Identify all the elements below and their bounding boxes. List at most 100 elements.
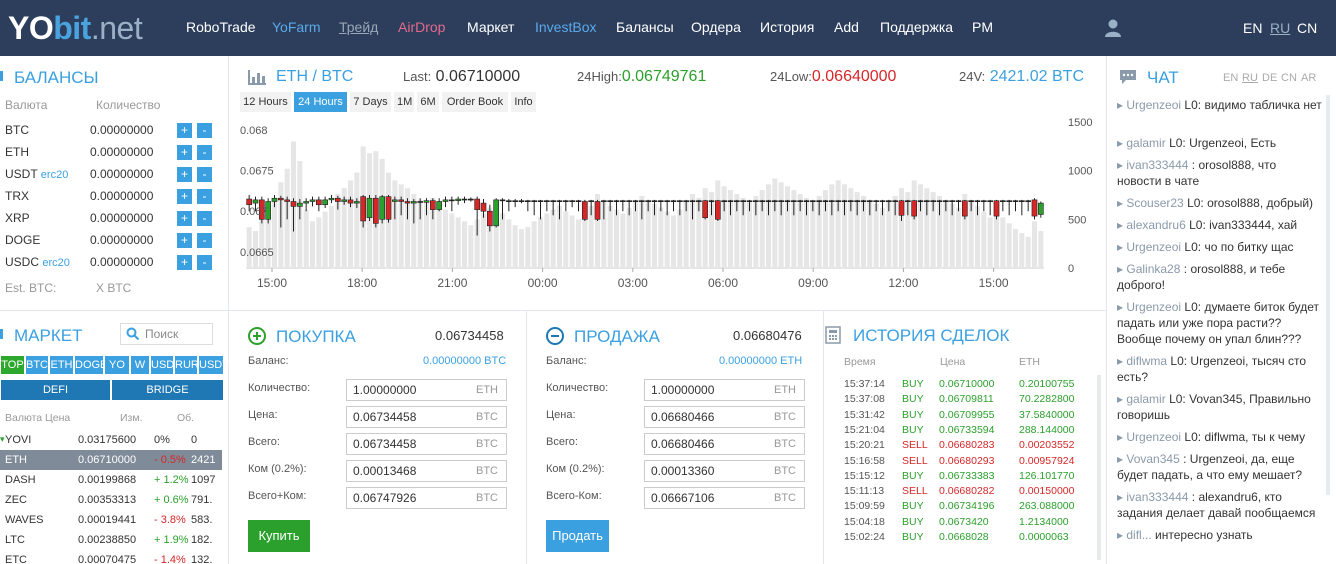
deposit-plus-button[interactable]: + (177, 123, 192, 138)
buy-fee-input[interactable]: 0.00013468 BTC (346, 460, 507, 482)
market-tab-eth[interactable]: ETH (50, 356, 73, 374)
lang-ru[interactable]: RU (1270, 20, 1290, 36)
chat-reply-arrow-icon[interactable]: ▸ (1117, 452, 1126, 466)
chat-nickname[interactable]: Urgenzeoi (1126, 98, 1181, 112)
chat-lang-en[interactable]: EN (1223, 72, 1238, 84)
market-row[interactable]: ETH 0.06710000 - 0.5% 2421 (0, 450, 222, 470)
yobit-logo[interactable]: YObit.net (8, 9, 143, 47)
price-chart[interactable]: 0.068 0.0675 0.067 0.0665 1500 1000 500 0 15:00 1… (238, 117, 1098, 296)
chat-nickname[interactable]: galamir (1126, 392, 1165, 406)
deposit-plus-button[interactable]: + (177, 211, 192, 226)
buy-button[interactable]: Купить (248, 520, 310, 552)
nav-investbox[interactable]: InvestBox (535, 19, 596, 35)
chat-reply-arrow-icon[interactable]: ▸ (1117, 430, 1126, 444)
chat-nickname[interactable]: Scouser23 (1126, 196, 1183, 210)
chat-nickname[interactable]: galamir (1126, 136, 1165, 150)
chat-nickname[interactable]: diflwma (1126, 354, 1167, 368)
chat-reply-arrow-icon[interactable]: ▸ (1117, 354, 1126, 368)
chat-reply-arrow-icon[interactable]: ▸ (1117, 240, 1126, 254)
deposit-plus-button[interactable]: + (177, 145, 192, 160)
chat-reply-arrow-icon[interactable]: ▸ (1117, 218, 1126, 232)
market-row[interactable]: DASH 0.00199868 + 1.2% 1097 (0, 470, 222, 490)
tf-12-hours[interactable]: 12 Hours (240, 92, 291, 112)
nav-robotrade[interactable]: RoboTrade (186, 19, 256, 35)
sell-balance-value[interactable]: 0.00000000 ETH (719, 355, 802, 367)
market-bridge-button[interactable]: BRIDGE (112, 380, 223, 400)
market-tab-rur[interactable]: RUR (175, 356, 199, 374)
buy-price-input[interactable]: 0.06734458 BTC (346, 406, 507, 428)
nav-support[interactable]: Поддержка (880, 19, 953, 35)
tf-6m[interactable]: 6M (417, 92, 439, 112)
chat-lang-de[interactable]: DE (1262, 72, 1277, 84)
nav-airdrop[interactable]: AirDrop (398, 19, 445, 35)
market-tab-btc[interactable]: BTC (26, 356, 48, 374)
market-tab-yo[interactable]: YO (105, 356, 129, 374)
buy-total-input[interactable]: 0.06734458 BTC (346, 433, 507, 455)
market-tab-usdt[interactable]: USDT (199, 356, 229, 374)
nav-orders[interactable]: Ордера (691, 19, 741, 35)
sell-price-input[interactable]: 0.06680466 BTC (644, 406, 805, 428)
chat-nickname[interactable]: Urgenzeoi (1126, 300, 1181, 314)
deposit-plus-button[interactable]: + (177, 167, 192, 182)
sell-total-input[interactable]: 0.06680466 BTC (644, 433, 805, 455)
withdraw-minus-button[interactable]: - (197, 145, 212, 160)
chat-lang-ar[interactable]: AR (1301, 72, 1316, 84)
sell-button[interactable]: Продать (546, 520, 609, 552)
chat-reply-arrow-icon[interactable]: ▸ (1117, 196, 1126, 210)
market-row[interactable]: ▾ YOVI 0.03175600 0% 0 (0, 430, 222, 450)
lang-en[interactable]: EN (1243, 20, 1262, 36)
sell-sum-input[interactable]: 0.06667106 BTC (644, 487, 805, 509)
nav-yofarm[interactable]: YoFarm (272, 19, 321, 35)
tf-order-book[interactable]: Order Book (442, 92, 508, 112)
market-row[interactable]: ZEC 0.00353313 + 0.6% 791. (0, 490, 222, 510)
chat-nickname[interactable]: alexandru6 (1126, 218, 1185, 232)
chat-reply-arrow-icon[interactable]: ▸ (1117, 158, 1126, 172)
tf-24-hours[interactable]: 24 Hours (294, 92, 347, 112)
buy-sum-input[interactable]: 0.06747926 BTC (346, 487, 507, 509)
chat-nickname[interactable]: Vovan345 (1126, 452, 1179, 466)
withdraw-minus-button[interactable]: - (197, 211, 212, 226)
market-defi-button[interactable]: DEFI (1, 380, 110, 400)
nav-pm[interactable]: PM (972, 19, 993, 35)
withdraw-minus-button[interactable]: - (197, 189, 212, 204)
market-row[interactable]: LTC 0.00238850 + 1.9% 182. (0, 530, 222, 550)
nav-balances[interactable]: Балансы (616, 19, 674, 35)
chat-reply-arrow-icon[interactable]: ▸ (1117, 98, 1126, 112)
chat-nickname[interactable]: Galinka28 (1126, 262, 1180, 276)
market-search-input[interactable]: Поиск (120, 323, 213, 345)
chat-reply-arrow-icon[interactable]: ▸ (1117, 392, 1126, 406)
chat-nickname[interactable]: Urgenzeoi (1126, 240, 1181, 254)
withdraw-minus-button[interactable]: - (197, 167, 212, 182)
chat-lang-cn[interactable]: CN (1281, 72, 1297, 84)
market-tab-usd[interactable]: USD (151, 356, 174, 374)
deposit-plus-button[interactable]: + (177, 189, 192, 204)
nav-history[interactable]: История (760, 19, 814, 35)
buy-balance-value[interactable]: 0.00000000 BTC (423, 355, 506, 367)
withdraw-minus-button[interactable]: - (197, 255, 212, 270)
chat-scrollbar[interactable] (1326, 95, 1330, 495)
market-tab-w[interactable]: W (131, 356, 149, 374)
market-tab-doge[interactable]: DOGE (75, 356, 107, 374)
user-icon[interactable] (1104, 18, 1122, 41)
tf-info[interactable]: Info (511, 92, 536, 112)
deposit-plus-button[interactable]: + (177, 255, 192, 270)
tf-1m[interactable]: 1M (394, 92, 414, 112)
sell-qty-input[interactable]: 1.00000000 ETH (644, 379, 805, 401)
market-row[interactable]: WAVES 0.00019441 - 3.8% 583. (0, 510, 222, 530)
chat-nickname[interactable]: Urgenzeoi (1126, 430, 1181, 444)
tf-7-days[interactable]: 7 Days (350, 92, 391, 112)
buy-qty-input[interactable]: 1.00000000 ETH (346, 379, 507, 401)
chat-reply-arrow-icon[interactable]: ▸ (1117, 262, 1126, 276)
deposit-plus-button[interactable]: + (177, 233, 192, 248)
chat-reply-arrow-icon[interactable]: ▸ (1117, 136, 1126, 150)
market-tab-top[interactable]: TOP (1, 356, 24, 374)
chat-nickname[interactable]: difl... (1126, 528, 1151, 542)
history-scrollbar[interactable] (1097, 375, 1101, 560)
withdraw-minus-button[interactable]: - (197, 233, 212, 248)
lang-cn[interactable]: CN (1297, 20, 1317, 36)
chat-nickname[interactable]: ivan333444 (1126, 490, 1188, 504)
nav-market[interactable]: Маркет (467, 19, 514, 35)
chat-reply-arrow-icon[interactable]: ▸ (1117, 490, 1126, 504)
chat-reply-arrow-icon[interactable]: ▸ (1117, 528, 1126, 542)
nav-trade[interactable]: Трейд (339, 19, 378, 35)
